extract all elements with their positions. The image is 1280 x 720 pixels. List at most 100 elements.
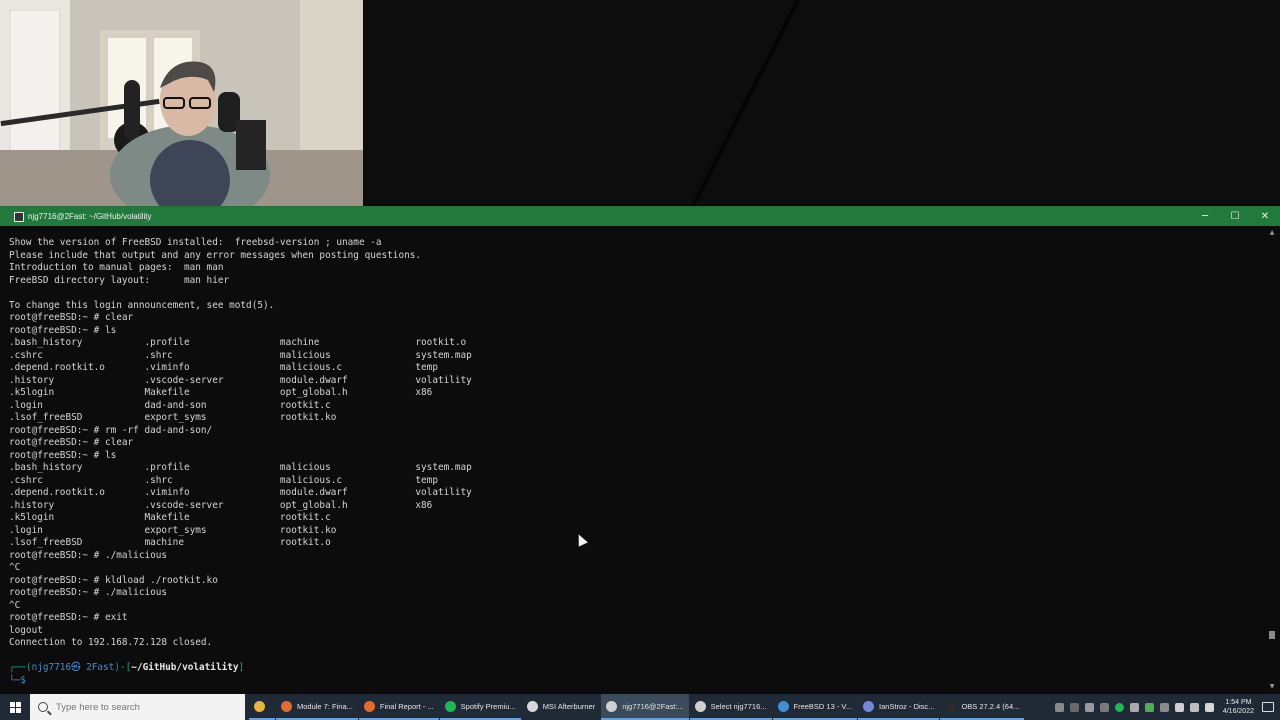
- tray-network-icon[interactable]: [1174, 702, 1184, 712]
- taskbar-item-label: Final Report - ...: [379, 701, 434, 711]
- taskbar-item[interactable]: Select njg7716...: [689, 694, 772, 720]
- prompt-suffix: ]: [238, 662, 245, 673]
- prompt-input-marker: └─$: [9, 674, 26, 686]
- notification-center-icon[interactable]: [1262, 702, 1274, 712]
- terminal-line: root@freeBSD:~ # ls: [9, 449, 117, 461]
- firefox-icon: [281, 700, 292, 712]
- terminal-line: .history .vscode-server opt_global.h x86: [9, 499, 433, 511]
- terminal-line: Show the version of FreeBSD installed: f…: [9, 237, 382, 248]
- terminal-line: root@freeBSD:~ # clear: [9, 437, 134, 448]
- terminal-line: root@freeBSD:~ # ls: [9, 324, 117, 336]
- tray-app-icon[interactable]: [1084, 702, 1094, 712]
- terminal-line: .cshrc .shrc malicious system.map: [9, 349, 472, 361]
- tray-app-icon[interactable]: [1129, 702, 1139, 712]
- terminal-lines: Show the version of FreeBSD installed: f…: [9, 237, 1266, 662]
- webcam-overlay: [0, 0, 363, 206]
- search-icon: [38, 702, 48, 712]
- tray-spotify-icon[interactable]: [1114, 702, 1124, 712]
- taskbar-item[interactable]: Final Report - ...: [358, 694, 439, 720]
- terminal-line: logout: [9, 624, 43, 636]
- terminal-line: .bash_history .profile machine rootkit.o: [9, 337, 467, 348]
- terminal-line: root@freeBSD:~ # rm -rf dad-and-son/: [9, 424, 213, 436]
- taskbar-item-label: Module 7: Fina...: [297, 701, 353, 711]
- maximize-button[interactable]: ☐: [1220, 207, 1250, 226]
- prompt-path: ~/GitHub/volatility: [131, 662, 239, 673]
- prompt-user-host: njg7716㉿ 2Fast: [31, 662, 115, 673]
- terminal-app-icon: [14, 211, 24, 222]
- taskbar-item-label: njg7716@2Fast:...: [622, 701, 684, 711]
- terminal-output[interactable]: Show the version of FreeBSD installed: f…: [0, 227, 1266, 693]
- terminal-line: .cshrc .shrc malicious.c temp: [9, 474, 438, 486]
- terminal-line: .login dad-and-son rootkit.c: [9, 399, 331, 411]
- tray-volume-icon[interactable]: [1204, 702, 1214, 712]
- windows-logo-icon: [9, 701, 21, 713]
- wallpaper-stroke: [691, 0, 800, 206]
- scroll-down-arrow-icon[interactable]: ▼: [1268, 683, 1276, 691]
- taskbar-clock[interactable]: 1:54 PM 4/16/2022: [1223, 698, 1254, 716]
- zsh-prompt-line-2[interactable]: └─$: [9, 675, 1266, 688]
- terminal-line: ^C: [9, 562, 21, 573]
- terminal-line: .login export_syms rootkit.ko: [9, 524, 337, 536]
- taskbar-item-label: IanStroz - Disc...: [879, 701, 935, 711]
- terminal-line: .k5login Makefile opt_global.h x86: [9, 387, 433, 398]
- terminal-line: Connection to 192.168.72.128 closed.: [9, 637, 213, 648]
- close-button[interactable]: ✕: [1250, 207, 1280, 226]
- taskbar-item[interactable]: IanStroz - Disc...: [858, 694, 940, 720]
- taskbar-item[interactable]: [249, 694, 275, 720]
- search-input[interactable]: [56, 701, 226, 713]
- tray-app-icon[interactable]: [1099, 702, 1109, 712]
- terminal-line: .lsof_freeBSD machine rootkit.o: [9, 537, 331, 548]
- desktop-background: [363, 0, 1280, 206]
- terminal-line: .bash_history .profile malicious system.…: [9, 462, 472, 473]
- taskbar-item[interactable]: MSI Afterburner: [522, 694, 601, 720]
- terminal-window[interactable]: njg7716@2Fast: ~/GitHub/volatility ─ ☐ ✕…: [0, 206, 1280, 694]
- tray-battery-icon[interactable]: [1189, 702, 1199, 712]
- prompt-prefix: ┌──(: [9, 662, 32, 673]
- terminal-line: .k5login Makefile rootkit.c: [9, 512, 331, 523]
- taskbar-item-label: Select njg7716...: [710, 701, 767, 711]
- terminal-line: FreeBSD directory layout: man hier: [9, 274, 230, 286]
- tray-chevron-icon[interactable]: [1054, 702, 1064, 712]
- terminal-line: root@freeBSD:~ # ./malicious: [9, 549, 168, 561]
- terminal-icon: [694, 700, 706, 712]
- start-button[interactable]: [0, 694, 30, 720]
- minimize-button[interactable]: ─: [1190, 207, 1220, 226]
- taskbar-item[interactable]: OBS 27.2.4 (64...: [940, 694, 1025, 720]
- taskbar-search[interactable]: [30, 694, 245, 720]
- terminal-line: root@freeBSD:~ # clear: [9, 312, 134, 323]
- discord-icon: [863, 700, 874, 712]
- taskbar-item[interactable]: Module 7: Fina...: [276, 694, 358, 720]
- zsh-prompt-line-1: ┌──(njg7716㉿ 2Fast)-[~/GitHub/volatility…: [9, 662, 1266, 675]
- taskbar-item[interactable]: Spotify Premiu...: [439, 694, 521, 720]
- taskbar-apps: Module 7: Fina... Final Report - ... Spoti…: [249, 694, 1025, 720]
- tray-app-icon[interactable]: [1069, 702, 1079, 712]
- taskbar-item-label: Spotify Premiu...: [460, 701, 516, 711]
- terminal-line: Introduction to manual pages: man man: [9, 262, 224, 273]
- taskbar-item[interactable]: njg7716@2Fast:...: [601, 694, 689, 720]
- windows-taskbar: Module 7: Fina... Final Report - ... Spoti…: [0, 694, 1280, 720]
- scroll-up-arrow-icon[interactable]: ▲: [1268, 229, 1276, 237]
- taskbar-item-label: MSI Afterburner: [542, 701, 596, 711]
- terminal-icon: [606, 700, 618, 712]
- vmware-icon: [777, 700, 789, 712]
- tray-app-icon[interactable]: [1159, 702, 1169, 712]
- window-title: njg7716@2Fast: ~/GitHub/volatility: [28, 212, 152, 221]
- spotify-icon: [444, 700, 456, 712]
- tray-app-icon[interactable]: [1144, 702, 1154, 712]
- terminal-line: .lsof_freeBSD export_syms rootkit.ko: [9, 412, 337, 423]
- obs-icon: [945, 700, 957, 712]
- terminal-line: .depend.rootkit.o .viminfo module.dwarf …: [9, 487, 472, 498]
- terminal-line: Please include that output and any error…: [9, 249, 422, 261]
- window-titlebar[interactable]: njg7716@2Fast: ~/GitHub/volatility ─ ☐ ✕: [0, 207, 1280, 226]
- taskbar-item-label: FreeBSD 13 - V...: [793, 701, 853, 711]
- taskbar-item[interactable]: FreeBSD 13 - V...: [772, 694, 857, 720]
- terminal-scrollbar[interactable]: ▲ ▼: [1268, 229, 1276, 691]
- terminal-line: To change this login announcement, see m…: [9, 299, 275, 311]
- taskbar-item-label: OBS 27.2.4 (64...: [961, 701, 1020, 711]
- file-explorer-icon: [254, 700, 265, 712]
- terminal-line: .history .vscode-server module.dwarf vol…: [9, 374, 472, 386]
- scrollbar-thumb[interactable]: [1269, 631, 1275, 639]
- terminal-line: root@freeBSD:~ # kldload ./rootkit.ko: [9, 574, 218, 586]
